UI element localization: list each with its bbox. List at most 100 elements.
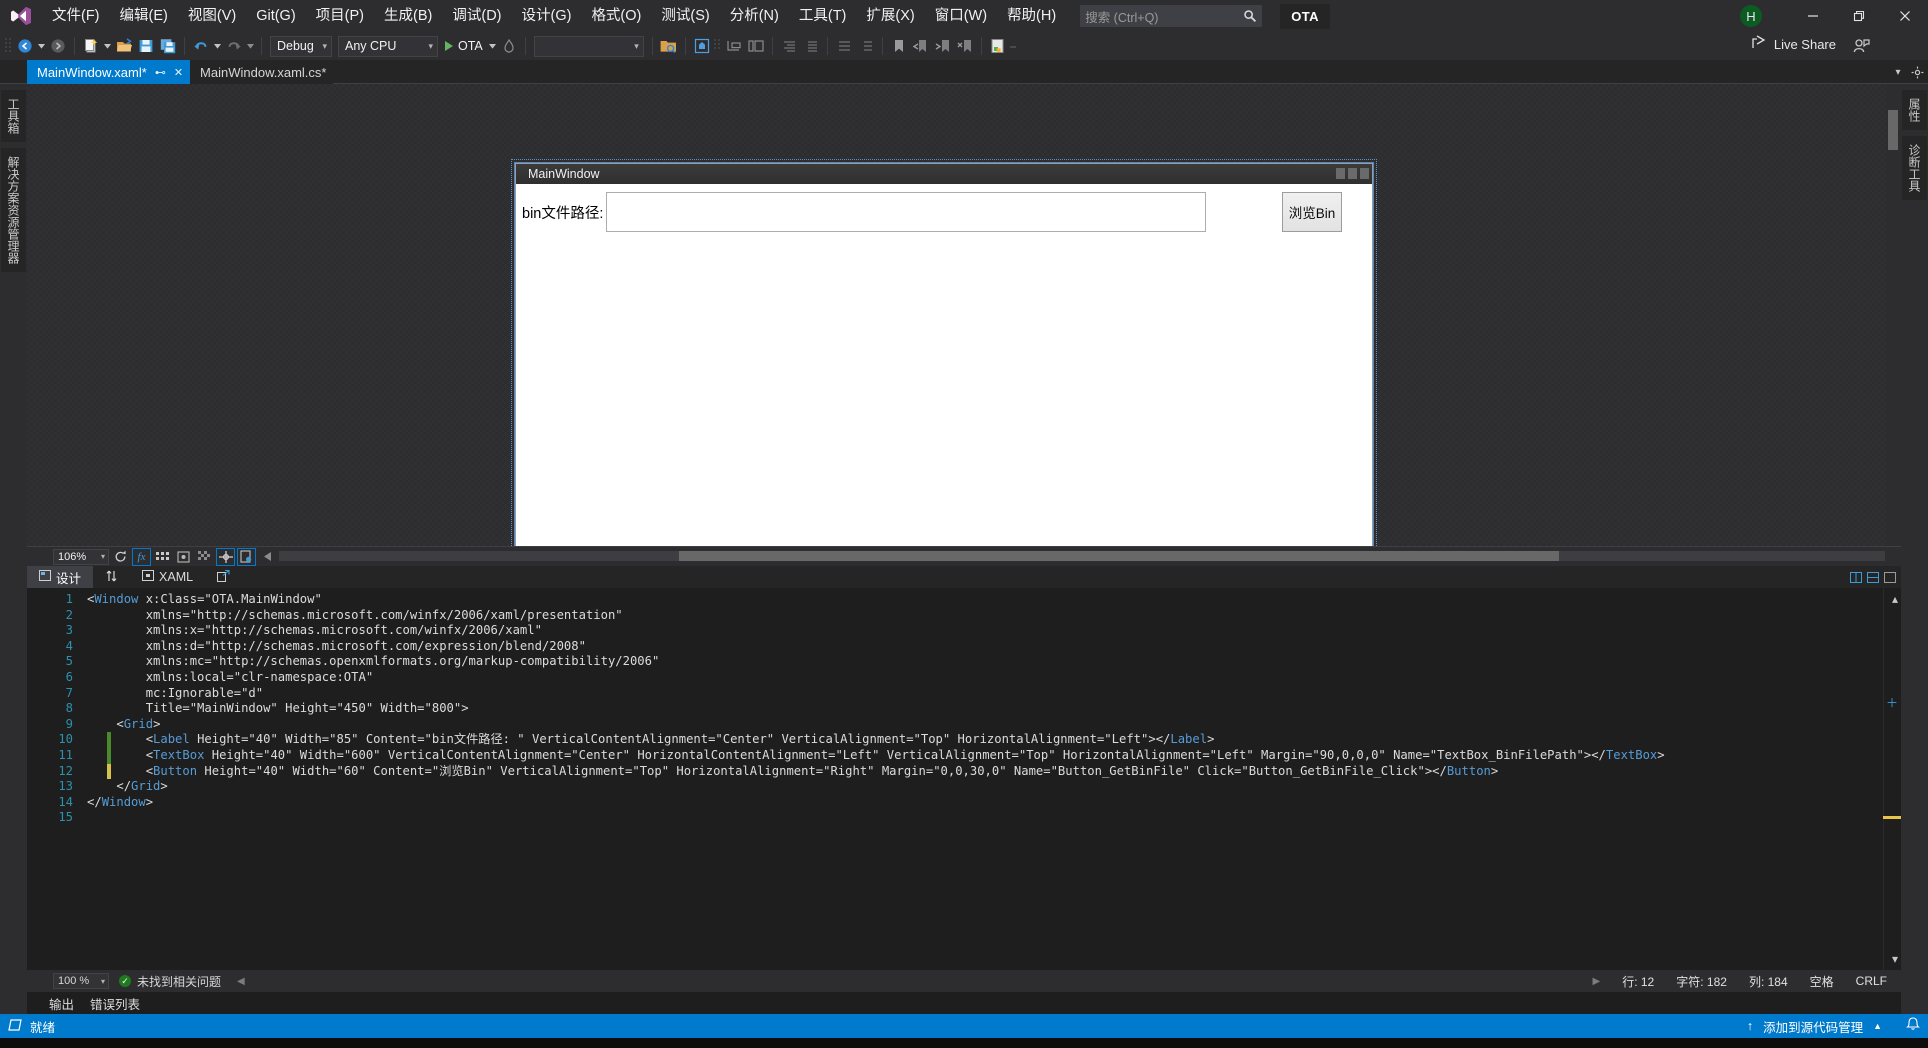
clear-bookmarks-icon[interactable] [954,35,976,57]
menu-file[interactable]: 文件(F) [42,1,110,31]
toggle-bookmark-icon[interactable] [888,35,910,57]
artboard-background-icon[interactable] [195,548,214,566]
solution-explorer-search-icon[interactable] [658,35,680,57]
status-expand-icon[interactable]: ▶ [1593,976,1601,987]
effects-toggle-icon[interactable]: fx [132,547,151,566]
chevron-down-icon[interactable]: ▾ [634,41,639,52]
menu-debug[interactable]: 调试(D) [442,1,511,31]
live-share-user-icon[interactable] [1850,35,1872,57]
decrease-indent-icon[interactable] [800,35,822,57]
avatar[interactable]: H [1740,5,1762,27]
rail-item-properties[interactable]: 属性 [1902,90,1927,130]
next-bookmark-icon[interactable] [932,35,954,57]
designer-vertical-scrollbar[interactable] [1886,84,1901,546]
rail-item-diagnostic-tools[interactable]: 诊断工具 [1902,136,1927,200]
tab-settings-icon[interactable] [1906,60,1928,84]
empty-dropdown-combo[interactable]: ▾ [533,35,644,57]
search-icon[interactable] [1243,9,1257,28]
undo-dropdown-icon[interactable] [212,35,223,57]
reload-designer-icon[interactable] [237,547,256,566]
maximize-restore-button[interactable] [1836,0,1882,32]
status-spaces[interactable]: 空格 [1810,973,1834,990]
pin-icon[interactable]: ⊷ [155,66,166,79]
increase-indent-icon[interactable] [778,35,800,57]
menu-view[interactable]: 视图(V) [178,1,246,31]
search-input[interactable]: 搜索 (Ctrl+Q) [1080,5,1263,28]
scrollbar-thumb[interactable] [1888,110,1898,150]
manage-extensions-icon[interactable] [987,35,1009,57]
live-share-button[interactable]: Live Share [1752,35,1836,53]
designer-zoom-combo[interactable]: 106% ▾ [53,548,109,565]
minimize-button[interactable] [1790,0,1836,32]
menu-tools[interactable]: 工具(T) [789,1,857,31]
toolbar-grip[interactable] [4,37,14,55]
bell-icon[interactable] [1905,1017,1921,1035]
scrollbar-thumb[interactable] [679,550,1559,561]
tab-design-view[interactable]: 设计 [27,566,94,588]
menu-help[interactable]: 帮助(H) [997,1,1066,31]
issues-prev-icon[interactable]: ◀ [237,976,245,987]
start-debug-button[interactable]: OTA [441,35,487,57]
snap-to-snaplines-icon[interactable] [216,547,235,566]
close-icon[interactable]: ✕ [174,66,183,79]
code-content[interactable]: 1 <Window x:Class="OTA.MainWindow" 2 xmlns… [27,588,1883,826]
add-comment-icon[interactable]: ＋ [1886,694,1898,711]
menu-test[interactable]: 测试(S) [651,1,719,31]
menu-format[interactable]: 格式(O) [581,1,651,31]
uncomment-block-icon[interactable] [855,35,877,57]
collapse-pane-icon[interactable] [1883,570,1897,584]
project-badge[interactable]: OTA [1280,3,1330,29]
chevron-up-icon[interactable]: ▲ [1873,1021,1882,1031]
navigate-backward-button[interactable] [14,35,36,57]
undo-button[interactable] [190,35,212,57]
browse-bin-button[interactable]: 浏览Bin [1282,192,1342,232]
code-text-area[interactable]: 1 <Window x:Class="OTA.MainWindow" 2 xmlns… [27,588,1883,970]
navigate-forward-button[interactable] [47,35,69,57]
vertical-split-icon[interactable] [1849,570,1863,584]
designer-collapse-icon[interactable] [258,548,277,566]
comment-block-icon[interactable] [833,35,855,57]
editor-zoom-combo[interactable]: 100 % ▾ [53,973,109,989]
select-tool-icon[interactable] [723,35,745,57]
issues-indicator[interactable]: ✓ 未找到相关问题 [119,973,221,990]
swap-panes-button[interactable] [93,566,130,588]
menu-extensions[interactable]: 扩展(X) [856,1,924,31]
hot-reload-icon[interactable] [498,35,520,57]
save-button[interactable] [135,35,157,57]
popout-xaml-button[interactable] [205,566,242,588]
add-to-source-control-button[interactable]: 添加到源代码管理 [1763,1017,1863,1036]
show-grid-icon[interactable] [153,548,172,566]
refresh-designer-icon[interactable] [111,548,130,566]
rail-item-toolbox[interactable]: 工具箱 [1,90,26,142]
menu-git[interactable]: Git(G) [246,1,305,31]
menu-window[interactable]: 窗口(W) [925,1,997,31]
toolbar-overflow-icon[interactable] [1009,37,1019,55]
redo-button[interactable] [223,35,245,57]
tab-list-chevron-icon[interactable]: ▾ [1890,60,1906,84]
menu-build[interactable]: 生成(B) [374,1,442,31]
rail-item-solution-explorer[interactable]: 解决方案资源管理器 [1,148,26,272]
redo-dropdown-icon[interactable] [245,35,256,57]
close-button[interactable] [1882,0,1928,32]
previous-bookmark-icon[interactable] [910,35,932,57]
solution-configuration-combo[interactable]: Debug ▾ [270,35,332,57]
tab-mainwindow-xaml[interactable]: MainWindow.xaml* ⊷ ✕ [27,60,191,84]
tab-xaml-view[interactable]: XAML [130,566,205,588]
menu-edit[interactable]: 编辑(E) [110,1,178,31]
designer-canvas[interactable]: MainWindow bin文件路径: 浏览Bin [27,84,1901,546]
new-project-dropdown-icon[interactable] [102,35,113,57]
menu-project[interactable]: 项目(P) [306,1,374,31]
scroll-down-icon[interactable]: ▾ [1892,952,1898,966]
properties-window-icon[interactable] [691,35,713,57]
chevron-down-icon[interactable]: ▾ [101,552,105,561]
designer-horizontal-scrollbar[interactable] [279,547,1901,567]
horizontal-split-icon[interactable] [1866,570,1880,584]
new-project-button[interactable] [80,35,102,57]
navigate-backward-dropdown-icon[interactable] [36,35,47,57]
comment-selection-icon[interactable] [745,35,767,57]
open-file-button[interactable] [113,35,135,57]
menu-design[interactable]: 设计(G) [512,1,582,31]
tab-error-list[interactable]: 错误列表 [90,994,140,1013]
tab-mainwindow-xaml-cs[interactable]: MainWindow.xaml.cs* [190,60,334,84]
xaml-code-editor[interactable]: 1 <Window x:Class="OTA.MainWindow" 2 xmlns… [27,588,1901,970]
